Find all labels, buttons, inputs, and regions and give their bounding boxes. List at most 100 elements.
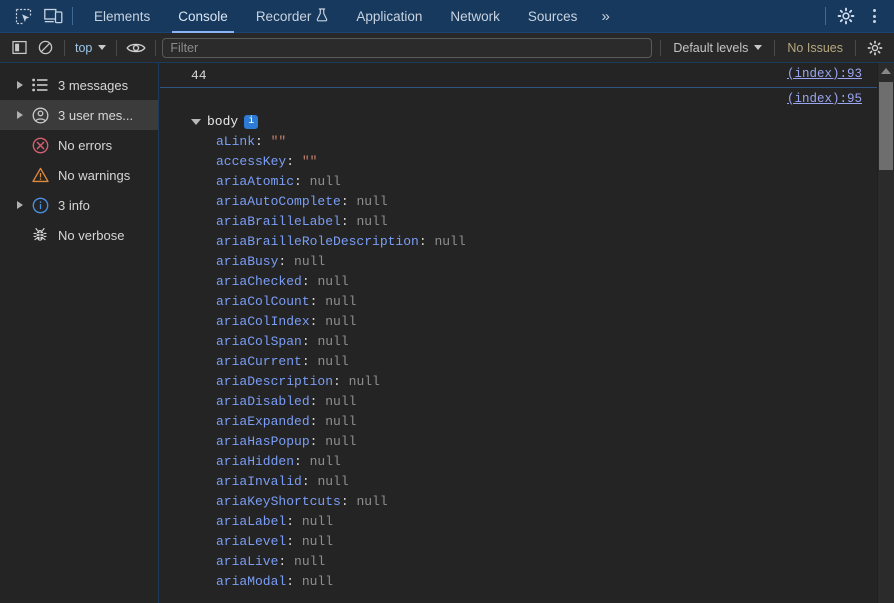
object-property-row[interactable]: ariaInvalid: null xyxy=(216,472,894,492)
collapse-triangle-icon[interactable] xyxy=(191,119,201,125)
more-tabs-button[interactable]: » xyxy=(591,0,618,33)
property-value: null xyxy=(348,374,380,389)
tab-label: Elements xyxy=(94,8,151,24)
sidebar-item-label: 3 user mes... xyxy=(58,107,134,123)
property-value: null xyxy=(317,334,349,349)
tab-label: Application xyxy=(356,8,423,24)
property-colon: : xyxy=(286,154,302,169)
sidebar-item-label: 3 info xyxy=(58,197,90,213)
sidebar-item-info[interactable]: 3 info xyxy=(0,190,158,220)
tab-network[interactable]: Network xyxy=(436,0,514,33)
source-link[interactable]: (index):93 xyxy=(787,66,862,83)
property-key: ariaHasPopup xyxy=(216,434,310,449)
clear-console-icon[interactable] xyxy=(32,37,58,59)
property-value: null xyxy=(325,434,357,449)
tab-application[interactable]: Application xyxy=(342,0,436,33)
object-property-row[interactable]: ariaCurrent: null xyxy=(216,352,894,372)
object-property-row[interactable]: ariaColIndex: null xyxy=(216,312,894,332)
sidebar-item-warnings[interactable]: No warnings xyxy=(0,160,158,190)
object-property-row[interactable]: ariaLive: null xyxy=(216,552,894,572)
inspect-element-icon[interactable] xyxy=(8,3,38,29)
tab-label: Console xyxy=(178,8,228,24)
scrollbar-up-arrow[interactable] xyxy=(878,63,894,78)
object-property-row[interactable]: ariaLevel: null xyxy=(216,532,894,552)
expand-triangle-icon[interactable] xyxy=(12,81,28,89)
console-message-row[interactable]: (index):95 xyxy=(160,88,894,108)
live-expression-eye-icon[interactable] xyxy=(123,37,149,59)
object-property-row[interactable]: ariaAtomic: null xyxy=(216,172,894,192)
console-scrollbar[interactable] xyxy=(877,63,894,603)
chevron-down-icon xyxy=(98,45,107,50)
object-property-row[interactable]: ariaHidden: null xyxy=(216,452,894,472)
toolbar2-divider-6 xyxy=(855,39,856,56)
object-property-row[interactable]: ariaExpanded: null xyxy=(216,412,894,432)
property-colon: : xyxy=(294,454,310,469)
object-property-row[interactable]: ariaColSpan: null xyxy=(216,332,894,352)
console-settings-gear-icon[interactable] xyxy=(862,37,888,59)
object-property-row[interactable]: accessKey: "" xyxy=(216,152,894,172)
console-message-row[interactable]: 44 (index):93 xyxy=(160,63,894,88)
object-name: body xyxy=(207,114,239,129)
object-property-row[interactable]: ariaLabel: null xyxy=(216,512,894,532)
sidebar-item-errors[interactable]: No errors xyxy=(0,130,158,160)
expand-triangle-icon[interactable] xyxy=(12,111,28,119)
property-colon: : xyxy=(418,234,435,249)
object-property-row[interactable]: ariaBrailleRoleDescription: null xyxy=(216,232,894,252)
object-property-row[interactable]: ariaColCount: null xyxy=(216,292,894,312)
object-property-row[interactable]: ariaBusy: null xyxy=(216,252,894,272)
tab-console[interactable]: Console xyxy=(164,0,242,33)
property-value: null xyxy=(309,454,341,469)
toolbar-divider xyxy=(72,7,73,25)
tab-recorder[interactable]: Recorder xyxy=(242,0,343,33)
object-property-row[interactable]: ariaModal: null xyxy=(216,572,894,592)
property-colon: : xyxy=(309,434,326,449)
object-property-row[interactable]: ariaAutoComplete: null xyxy=(216,192,894,212)
expand-triangle-icon[interactable] xyxy=(12,201,28,209)
info-badge-icon[interactable]: i xyxy=(244,115,259,129)
toolbar2-divider-1 xyxy=(64,39,65,56)
object-property-row[interactable]: aLink: "" xyxy=(216,132,894,152)
object-header[interactable]: body i xyxy=(191,112,894,132)
scrollbar-track[interactable] xyxy=(878,78,894,603)
property-value: null xyxy=(434,234,466,249)
execution-context-selector[interactable]: top xyxy=(71,39,110,57)
property-colon: : xyxy=(278,554,295,569)
filter-input[interactable] xyxy=(162,37,653,58)
property-colon: : xyxy=(301,274,318,289)
source-link[interactable]: (index):95 xyxy=(787,91,862,108)
scrollbar-thumb[interactable] xyxy=(879,82,893,170)
tabbar-right-controls xyxy=(819,3,894,29)
object-property-row[interactable]: ariaDescription: null xyxy=(216,372,894,392)
tab-elements[interactable]: Elements xyxy=(80,0,164,33)
property-value: null xyxy=(301,514,334,529)
show-console-sidebar-icon[interactable] xyxy=(6,37,32,59)
sidebar-item-label: No warnings xyxy=(58,167,131,183)
bug-icon xyxy=(28,227,52,243)
toolbar-divider-right xyxy=(825,7,826,25)
property-value: null xyxy=(294,554,326,569)
issues-counter[interactable]: No Issues xyxy=(781,39,849,57)
property-key: ariaColIndex xyxy=(216,314,310,329)
log-levels-selector[interactable]: Default levels xyxy=(667,39,768,57)
object-property-row[interactable]: ariaHasPopup: null xyxy=(216,432,894,452)
console-sidebar: 3 messages 3 user mes... No errors No wa… xyxy=(0,63,159,603)
device-toolbar-icon[interactable] xyxy=(38,3,68,29)
kebab-menu-icon[interactable] xyxy=(860,3,888,29)
sidebar-item-messages[interactable]: 3 messages xyxy=(0,70,158,100)
property-key: ariaLevel xyxy=(216,534,287,549)
property-key: ariaAtomic xyxy=(216,174,295,189)
object-property-row[interactable]: ariaBrailleLabel: null xyxy=(216,212,894,232)
tab-sources[interactable]: Sources xyxy=(514,0,592,33)
sidebar-item-user-messages[interactable]: 3 user mes... xyxy=(0,100,158,130)
object-property-row[interactable]: ariaDisabled: null xyxy=(216,392,894,412)
property-key: aLink xyxy=(216,134,256,149)
property-value: null xyxy=(317,274,349,289)
property-value: null xyxy=(325,294,357,309)
property-value: null xyxy=(356,214,388,229)
error-icon xyxy=(28,137,52,154)
property-colon: : xyxy=(340,214,357,229)
gear-icon[interactable] xyxy=(832,3,860,29)
object-property-row[interactable]: ariaChecked: null xyxy=(216,272,894,292)
sidebar-item-verbose[interactable]: No verbose xyxy=(0,220,158,250)
object-property-row[interactable]: ariaKeyShortcuts: null xyxy=(216,492,894,512)
